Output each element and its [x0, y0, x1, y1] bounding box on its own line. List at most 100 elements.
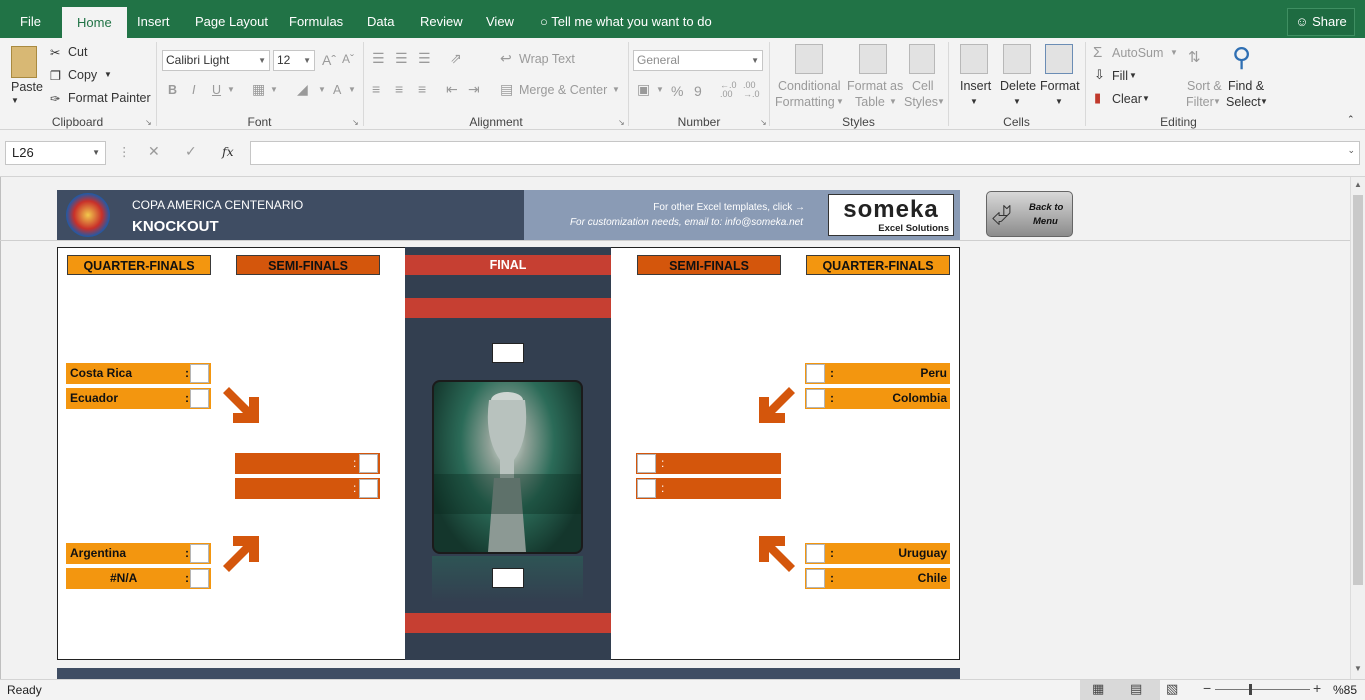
grow-font-icon[interactable]: Aˆ	[322, 52, 336, 68]
final-score-bottom[interactable]	[492, 568, 524, 588]
tab-page-layout[interactable]: Page Layout	[195, 0, 268, 38]
tab-file[interactable]: File	[20, 0, 41, 38]
score-input[interactable]	[806, 389, 825, 408]
scroll-down-icon[interactable]: ▼	[1354, 664, 1362, 673]
paste-button[interactable]: Paste	[11, 80, 43, 94]
score-input[interactable]	[806, 569, 825, 588]
zoom-in-icon[interactable]: +	[1313, 680, 1321, 696]
align-top-icon[interactable]: ☰	[372, 50, 385, 67]
autosum-button[interactable]: AutoSum	[1112, 46, 1163, 60]
collapse-ribbon-icon[interactable]: ⌃	[1347, 114, 1355, 125]
share-button[interactable]: ☺ Share	[1287, 8, 1355, 36]
chevron-down-icon[interactable]: ▼	[348, 85, 356, 94]
score-input[interactable]	[359, 454, 378, 473]
format-painter-button[interactable]: Format Painter	[68, 91, 151, 105]
decrease-indent-icon[interactable]: ⇤	[446, 81, 458, 98]
paste-dropdown-icon[interactable]: ▼	[11, 96, 19, 105]
chevron-down-icon[interactable]: ▼	[318, 85, 326, 94]
cancel-entry-icon[interactable]: ✕	[148, 143, 160, 160]
align-bottom-icon[interactable]: ☰	[418, 50, 431, 67]
dialog-launcher-icon[interactable]: ↘	[760, 118, 767, 127]
merge-center-button[interactable]: Merge & Center	[519, 83, 607, 97]
borders-icon[interactable]: ▦	[252, 81, 265, 98]
score-input[interactable]	[190, 544, 209, 563]
name-box[interactable]: L26 ▼	[5, 141, 106, 165]
expand-formula-icon[interactable]: ⌄	[1347, 145, 1355, 156]
tab-review[interactable]: Review	[420, 0, 463, 38]
final-score-top[interactable]	[492, 343, 524, 363]
font-name-select[interactable]: Calibri Light ▼	[162, 50, 270, 71]
italic-button[interactable]: I	[192, 83, 195, 97]
chevron-down-icon[interactable]: ▼	[836, 97, 844, 106]
chevron-down-icon[interactable]: ▼	[1013, 97, 1021, 106]
orientation-icon[interactable]: ⇗	[450, 50, 462, 67]
confirm-entry-icon[interactable]: ✓	[185, 143, 197, 160]
format-as-table-line1[interactable]: Format as	[847, 79, 903, 93]
templates-link[interactable]: For other Excel templates, click →	[540, 202, 805, 213]
dialog-launcher-icon[interactable]: ↘	[145, 118, 152, 127]
insert-cells-button[interactable]: Insert	[960, 79, 991, 93]
font-color-button[interactable]: A	[333, 83, 341, 97]
dialog-launcher-icon[interactable]: ↘	[352, 118, 359, 127]
align-left-icon[interactable]: ≡	[372, 81, 380, 97]
tab-insert[interactable]: Insert	[137, 0, 170, 38]
increase-decimal-icon[interactable]: ←.0.00	[720, 81, 737, 99]
tab-formulas[interactable]: Formulas	[289, 0, 343, 38]
zoom-level[interactable]: %85	[1333, 683, 1357, 697]
cut-button[interactable]: Cut	[68, 45, 87, 59]
copy-dropdown-icon[interactable]: ▼	[104, 70, 112, 79]
bold-button[interactable]: B	[168, 83, 177, 97]
someka-logo[interactable]: someka Excel Solutions	[828, 194, 954, 236]
score-input[interactable]	[359, 479, 378, 498]
percent-button[interactable]: %	[671, 83, 683, 99]
wrap-text-button[interactable]: Wrap Text	[519, 52, 575, 66]
format-cells-button[interactable]: Format	[1040, 79, 1080, 93]
tell-me-search[interactable]: ○ Tell me what you want to do	[540, 0, 712, 38]
chevron-down-icon[interactable]: ▼	[1213, 97, 1221, 106]
increase-indent-icon[interactable]: ⇥	[468, 81, 480, 98]
align-center-icon[interactable]: ≡	[395, 81, 403, 97]
chevron-down-icon[interactable]: ▼	[656, 85, 664, 94]
sort-filter-line2[interactable]: Filter	[1186, 95, 1214, 109]
zoom-slider-thumb[interactable]	[1249, 684, 1252, 695]
chevron-down-icon[interactable]: ▼	[227, 85, 235, 94]
chevron-down-icon[interactable]: ▼	[937, 97, 945, 106]
cell-styles-line2[interactable]: Styles	[904, 95, 938, 109]
conditional-formatting-line1[interactable]: Conditional	[778, 79, 841, 93]
tab-data[interactable]: Data	[367, 0, 394, 38]
find-select-line2[interactable]: Select	[1226, 95, 1261, 109]
delete-cells-button[interactable]: Delete	[1000, 79, 1036, 93]
score-input[interactable]	[637, 454, 656, 473]
page-layout-view-icon[interactable]: ▤	[1130, 681, 1142, 697]
sort-filter-line1[interactable]: Sort &	[1187, 79, 1222, 93]
zoom-out-icon[interactable]: −	[1203, 680, 1211, 696]
back-to-menu-button[interactable]: ⮰ Back to Menu	[986, 191, 1073, 237]
score-input[interactable]	[190, 569, 209, 588]
underline-button[interactable]: U	[212, 83, 221, 97]
chevron-down-icon[interactable]: ▼	[92, 142, 100, 164]
chevron-down-icon[interactable]: ▼	[1260, 97, 1268, 106]
dialog-launcher-icon[interactable]: ↘	[618, 118, 625, 127]
formula-input[interactable]: ⌄	[250, 141, 1360, 165]
score-input[interactable]	[637, 479, 656, 498]
chevron-down-icon[interactable]: ▼	[1129, 71, 1137, 80]
score-input[interactable]	[806, 544, 825, 563]
score-input[interactable]	[190, 389, 209, 408]
scrollbar-thumb[interactable]	[1353, 195, 1363, 585]
copy-button[interactable]: Copy	[68, 68, 97, 82]
chevron-down-icon[interactable]: ▼	[1142, 94, 1150, 103]
align-right-icon[interactable]: ≡	[418, 81, 426, 97]
page-break-view-icon[interactable]: ▧	[1166, 681, 1178, 697]
tab-view[interactable]: View	[486, 0, 514, 38]
scroll-up-icon[interactable]: ▲	[1354, 180, 1362, 189]
insert-function-button[interactable]: fx	[222, 144, 234, 159]
conditional-formatting-line2[interactable]: Formatting	[775, 95, 835, 109]
chevron-down-icon[interactable]: ▼	[612, 85, 620, 94]
chevron-down-icon[interactable]: ▼	[889, 97, 897, 106]
number-format-select[interactable]: General ▼	[633, 50, 763, 71]
format-as-table-line2[interactable]: Table	[855, 95, 885, 109]
score-input[interactable]	[190, 364, 209, 383]
chevron-down-icon[interactable]: ▼	[270, 85, 278, 94]
align-middle-icon[interactable]: ☰	[395, 50, 408, 67]
clear-button[interactable]: Clear	[1112, 92, 1142, 106]
